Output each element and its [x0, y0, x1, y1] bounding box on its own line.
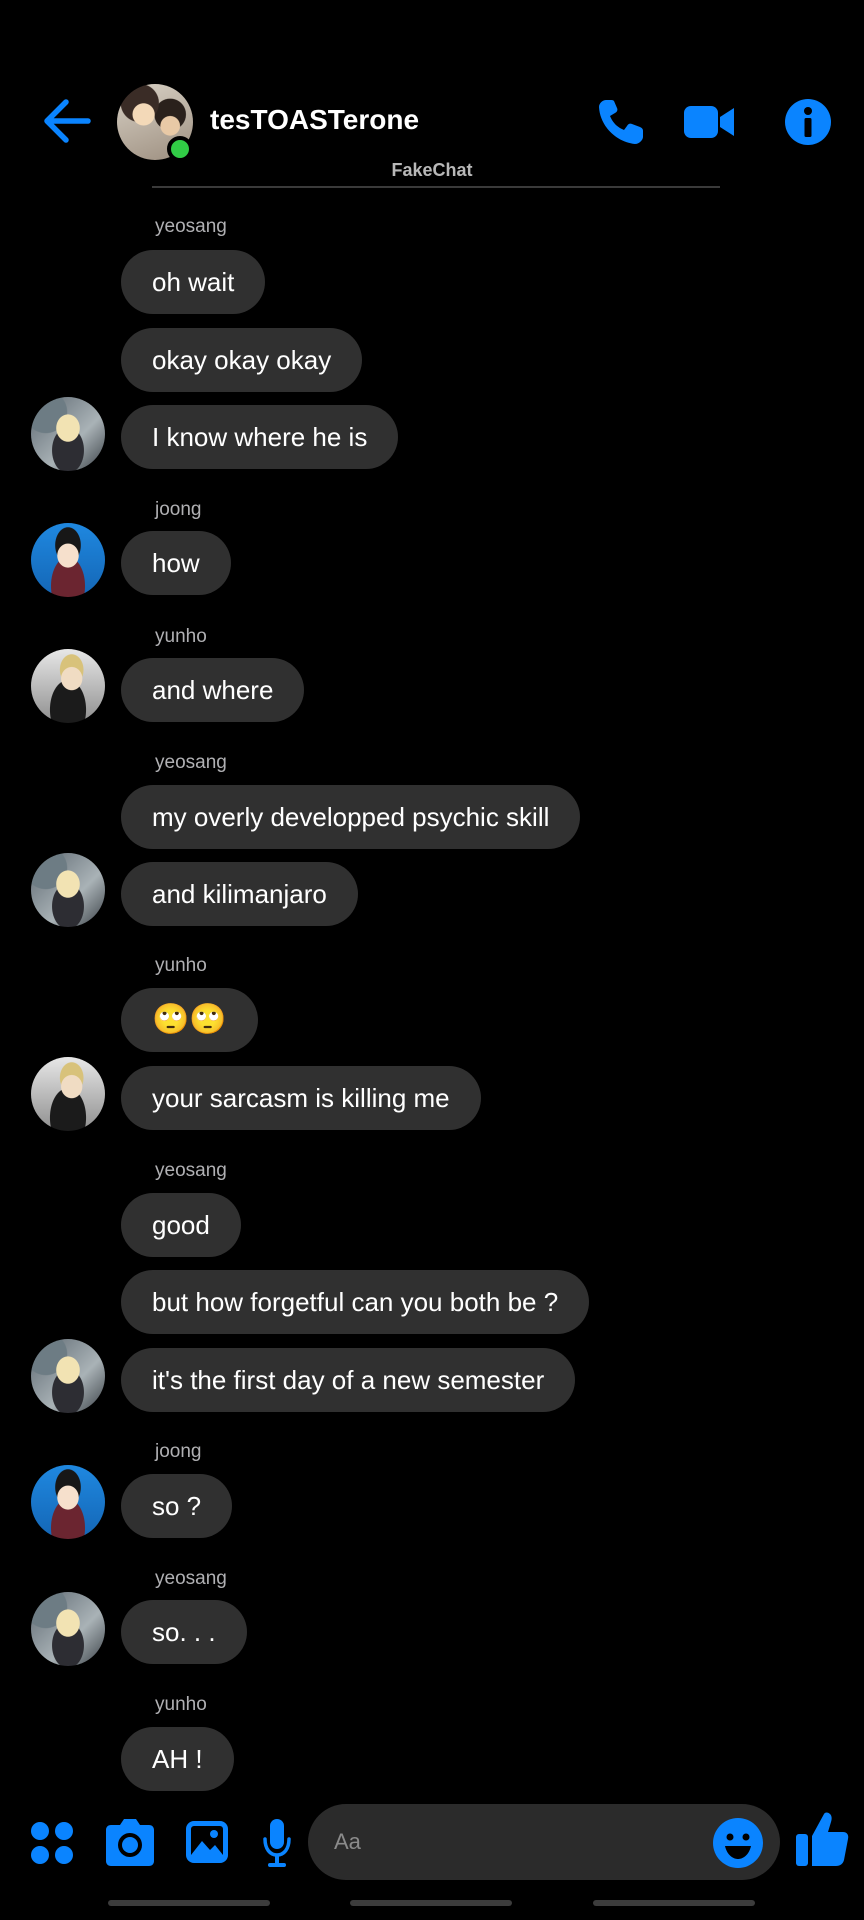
gallery-icon[interactable]: [184, 1815, 230, 1871]
message-bubble[interactable]: it's the first day of a new semester: [121, 1348, 576, 1412]
info-icon[interactable]: [780, 96, 836, 148]
sender-name: yunho: [155, 955, 207, 976]
message-input[interactable]: [334, 1822, 694, 1862]
sender-name: yunho: [155, 626, 207, 647]
apps-icon[interactable]: [28, 1815, 76, 1871]
message-bubble[interactable]: so ?: [121, 1474, 233, 1538]
avatar-yeosang[interactable]: [31, 1592, 105, 1666]
sender-name: joong: [155, 499, 202, 520]
camera-icon[interactable]: [104, 1815, 156, 1871]
nav-bar-segment: [593, 1900, 755, 1906]
avatar-yunho[interactable]: [31, 1057, 105, 1131]
message-bubble[interactable]: your sarcasm is killing me: [121, 1066, 481, 1130]
thumbs-up-icon[interactable]: [794, 1810, 850, 1868]
chat-header: tesTOASTerone FakeChat: [0, 0, 864, 190]
message-bubble[interactable]: and where: [121, 658, 305, 722]
video-call-icon[interactable]: [682, 96, 738, 148]
header-divider: [152, 186, 720, 188]
sender-name: yeosang: [155, 752, 227, 773]
app-watermark: FakeChat: [391, 160, 473, 180]
message-input-container[interactable]: [308, 1804, 780, 1880]
sender-name: yeosang: [155, 216, 227, 237]
avatar-yeosang[interactable]: [31, 1339, 105, 1413]
group-avatar[interactable]: [117, 84, 193, 162]
sender-name: yeosang: [155, 1160, 227, 1181]
message-bubble[interactable]: AH !: [121, 1727, 234, 1791]
sender-name: yunho: [155, 1694, 207, 1715]
sender-name: yeosang: [155, 1568, 227, 1589]
sender-name: joong: [155, 1441, 202, 1462]
message-bubble[interactable]: good: [121, 1193, 241, 1257]
nav-bar-segment: [108, 1900, 270, 1906]
message-bubble[interactable]: and kilimanjaro: [121, 862, 358, 926]
message-bubble[interactable]: I know where he is: [121, 405, 399, 469]
phone-call-icon[interactable]: [594, 96, 650, 148]
nav-bar-segment: [350, 1900, 512, 1906]
message-bubble[interactable]: okay okay okay: [121, 328, 363, 392]
back-arrow-icon[interactable]: [40, 96, 92, 146]
avatar-yeosang[interactable]: [31, 397, 105, 471]
message-bubble[interactable]: oh wait: [121, 250, 266, 314]
avatar-yunho[interactable]: [31, 649, 105, 723]
messenger-chat-screen: tesTOASTerone FakeChat yeosang oh wait o…: [0, 0, 864, 1920]
message-bubble[interactable]: 🙄🙄: [121, 988, 258, 1052]
online-status-dot: [167, 136, 193, 162]
message-bubble[interactable]: but how forgetful can you both be ?: [121, 1270, 590, 1334]
avatar-yeosang[interactable]: [31, 853, 105, 927]
avatar-joong[interactable]: [31, 523, 105, 597]
message-bubble[interactable]: my overly developped psychic skill: [121, 785, 581, 849]
avatar-joong[interactable]: [31, 1465, 105, 1539]
microphone-icon[interactable]: [262, 1815, 292, 1871]
chat-title[interactable]: tesTOASTerone: [210, 104, 419, 136]
message-bubble[interactable]: how: [121, 531, 231, 595]
emoji-icon[interactable]: [712, 1817, 764, 1869]
message-bubble[interactable]: so. . .: [121, 1600, 247, 1664]
